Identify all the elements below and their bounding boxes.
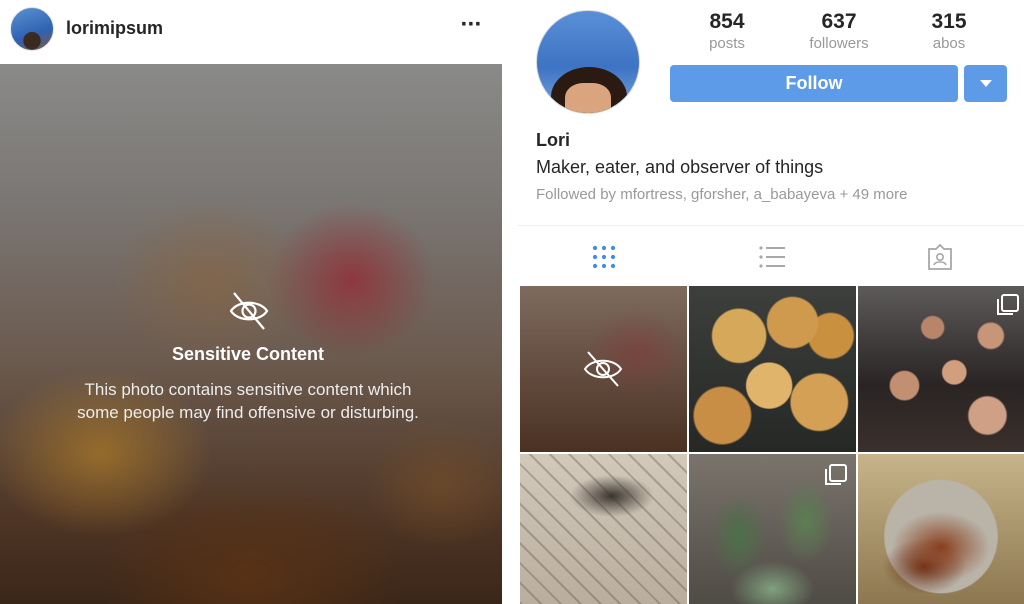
post-view: lorimipsum ··· Sensitive Content This ph…: [0, 0, 502, 604]
list-icon[interactable]: [758, 243, 786, 271]
panel-divider: [502, 0, 518, 604]
eye-slash-icon: [583, 351, 623, 387]
tagged-icon[interactable]: [926, 243, 954, 271]
grid-icon[interactable]: [590, 243, 618, 271]
sensitive-content-description: This photo contains sensitive content wh…: [0, 378, 496, 424]
avatar-face: [565, 83, 611, 113]
sensitive-desc-line1: This photo contains sensitive content wh…: [84, 380, 412, 399]
stat-value: 637: [821, 10, 857, 33]
profile-avatar[interactable]: [536, 10, 640, 114]
stat-posts[interactable]: 854 posts: [672, 10, 782, 52]
sensitive-post-image[interactable]: Sensitive Content This photo contains se…: [0, 64, 502, 604]
stat-value: 315: [931, 10, 967, 33]
post-username[interactable]: lorimipsum: [66, 18, 163, 39]
multiple-photos-icon: [997, 294, 1019, 315]
stat-following[interactable]: 315 abos: [894, 10, 1004, 52]
grid-photo[interactable]: [689, 454, 856, 604]
eye-slash-icon: [229, 292, 269, 330]
stat-followers[interactable]: 637 followers: [784, 10, 894, 52]
multiple-photos-icon: [825, 464, 847, 485]
grid-photo[interactable]: [858, 454, 1024, 604]
grid-photo[interactable]: [858, 286, 1024, 452]
profile-bio: Maker, eater, and observer of things: [536, 157, 824, 177]
photo-grid: [518, 285, 1024, 604]
grid-photo[interactable]: [520, 454, 687, 604]
sensitive-desc-line2: some people may find offensive or distur…: [77, 403, 419, 422]
profile-stats: 854 posts 637 followers 315 abos: [672, 10, 1020, 54]
profile-name: Lori: [536, 130, 570, 150]
stat-label: followers: [809, 35, 869, 52]
grid-photo-sensitive[interactable]: [520, 286, 687, 452]
more-horizontal-icon[interactable]: ···: [458, 13, 484, 40]
chevron-down-icon: [980, 80, 992, 87]
sensitive-content-title: Sensitive Content: [171, 344, 325, 364]
stat-label: abos: [932, 35, 966, 52]
grid-photo[interactable]: [689, 286, 856, 452]
profile-view: 854 posts 637 followers 315 abos Follow …: [518, 0, 1024, 604]
suggestions-dropdown-button[interactable]: [964, 65, 1007, 102]
followed-by[interactable]: Followed by mfortress, gforsher, a_babay…: [536, 186, 907, 203]
avatar[interactable]: [10, 7, 54, 51]
post-header: lorimipsum ···: [0, 0, 502, 64]
follow-button[interactable]: Follow: [670, 65, 958, 102]
stat-label: posts: [709, 35, 745, 52]
stat-value: 854: [709, 10, 745, 33]
profile-tab-bar: [518, 225, 1024, 286]
